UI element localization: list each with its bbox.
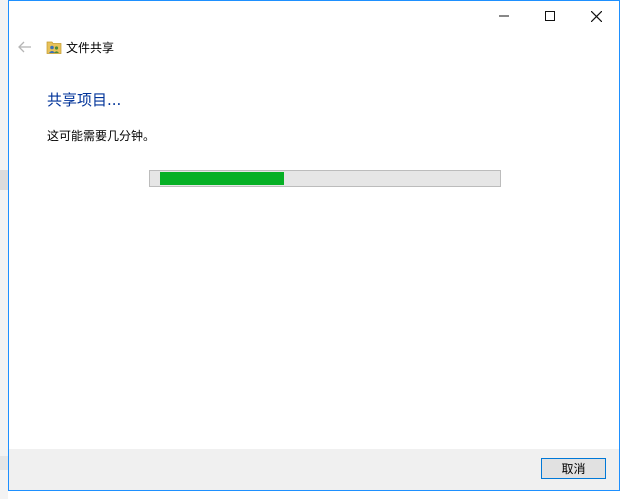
page-heading: 共享项目... xyxy=(47,91,122,109)
close-button[interactable] xyxy=(573,1,619,31)
progress-bar-fill xyxy=(160,172,284,185)
minimize-button[interactable] xyxy=(481,1,527,31)
window-title: 文件共享 xyxy=(66,41,115,55)
status-message: 这可能需要几分钟。 xyxy=(47,129,156,143)
dialog-footer: 取消 xyxy=(9,449,619,490)
background-window-strip xyxy=(0,456,8,470)
file-sharing-icon xyxy=(46,41,62,54)
cancel-button[interactable]: 取消 xyxy=(541,458,606,479)
back-arrow-icon xyxy=(18,41,31,53)
close-icon xyxy=(590,10,602,22)
minimize-icon xyxy=(499,15,509,17)
background-window-strip xyxy=(0,170,8,190)
navigation-bar: 文件共享 xyxy=(9,33,619,61)
file-sharing-dialog: 文件共享 共享项目... 这可能需要几分钟。 取消 xyxy=(8,0,620,491)
maximize-button[interactable] xyxy=(527,1,573,31)
progress-bar xyxy=(149,170,501,187)
title-bar xyxy=(9,1,619,31)
background-window-edge xyxy=(0,0,8,499)
back-button[interactable] xyxy=(15,37,35,57)
maximize-icon xyxy=(545,11,555,21)
